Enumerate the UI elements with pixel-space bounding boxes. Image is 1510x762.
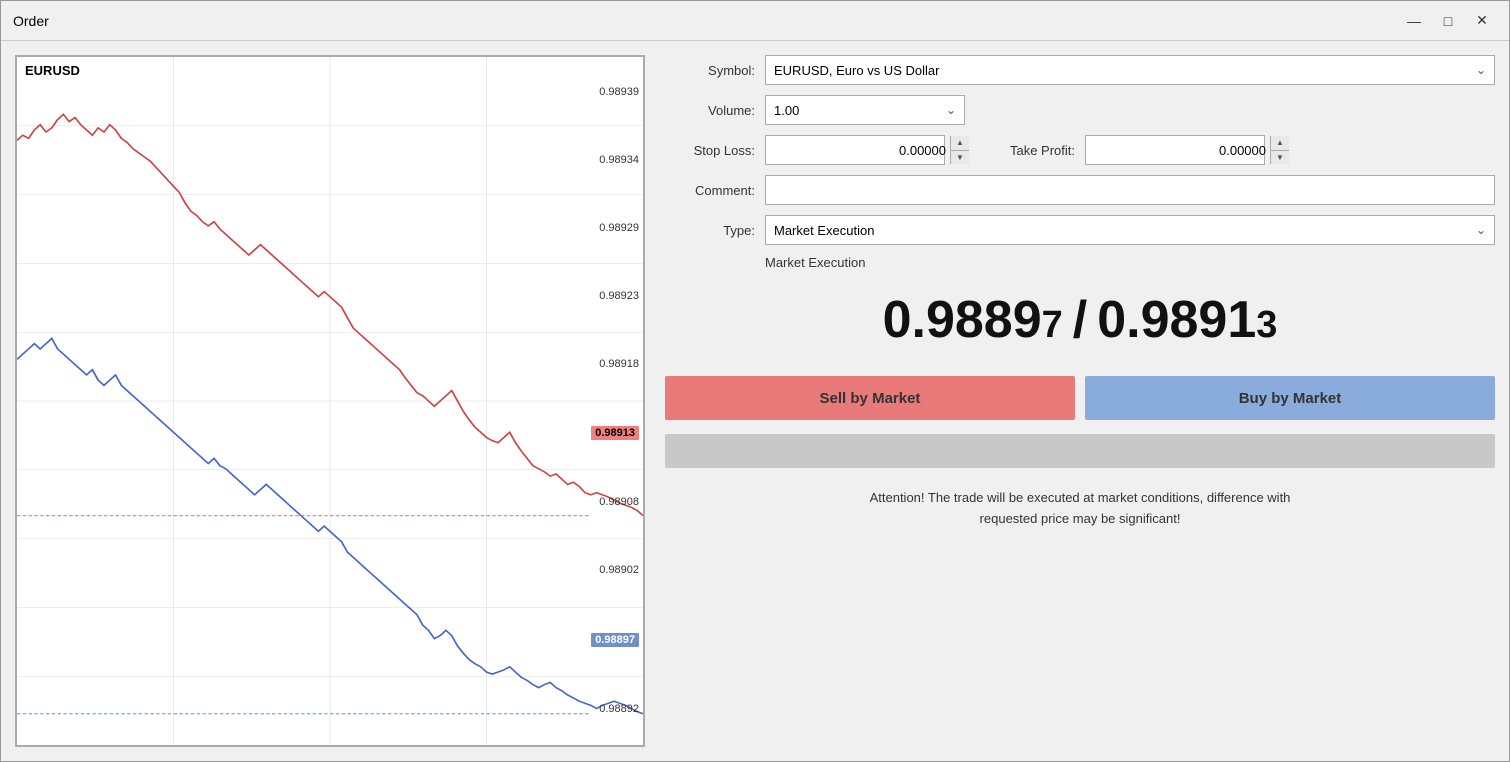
attention-line2: requested price may be significant! — [665, 509, 1495, 530]
take-profit-spin: ▲ ▼ — [1270, 136, 1289, 164]
chart-inner: EURUSD — [17, 57, 643, 745]
titlebar-controls: — □ ✕ — [1399, 9, 1497, 33]
price-display: 0.98897 / 0.98913 — [665, 290, 1495, 350]
minimize-button[interactable]: — — [1399, 9, 1429, 33]
execution-row: Market Execution — [665, 255, 1495, 270]
chart-symbol: EURUSD — [25, 63, 80, 78]
stop-loss-field[interactable]: 0.00000 — [766, 143, 950, 158]
attention-text: Attention! The trade will be executed at… — [665, 488, 1495, 530]
titlebar: Order — □ ✕ — [1, 1, 1509, 41]
symbol-dropdown[interactable]: EURUSD, Euro vs US Dollar ⌄ — [765, 55, 1495, 85]
symbol-value: EURUSD, Euro vs US Dollar — [774, 63, 939, 78]
take-profit-down[interactable]: ▼ — [1271, 151, 1289, 165]
take-profit-label: Take Profit: — [955, 143, 1075, 158]
execution-label: Market Execution — [765, 255, 865, 270]
comment-label: Comment: — [665, 183, 755, 198]
action-buttons: Sell by Market Buy by Market — [665, 376, 1495, 420]
gray-button[interactable] — [665, 434, 1495, 468]
volume-dropdown[interactable]: 1.00 ⌄ — [765, 95, 965, 125]
comment-field[interactable] — [765, 175, 1495, 205]
take-profit-field[interactable]: 0.00000 — [1086, 143, 1270, 158]
take-profit-up[interactable]: ▲ — [1271, 136, 1289, 151]
price-separator: / — [1073, 290, 1087, 350]
stop-loss-input[interactable]: 0.00000 ▲ ▼ — [765, 135, 945, 165]
comment-row: Comment: — [665, 175, 1495, 205]
symbol-row: Symbol: EURUSD, Euro vs US Dollar ⌄ — [665, 55, 1495, 85]
main-content: EURUSD — [1, 41, 1509, 761]
chart-panel: EURUSD — [15, 55, 645, 747]
type-dropdown-arrow: ⌄ — [1476, 223, 1486, 237]
sell-price-sub: 7 — [1042, 304, 1063, 347]
order-panel: Symbol: EURUSD, Euro vs US Dollar ⌄ Volu… — [665, 55, 1495, 747]
chart-svg — [17, 57, 643, 745]
volume-row: Volume: 1.00 ⌄ — [665, 95, 1495, 125]
sell-price-main: 0.9889 — [883, 290, 1042, 350]
order-window: Order — □ ✕ EURUSD — [0, 0, 1510, 762]
sell-button[interactable]: Sell by Market — [665, 376, 1075, 420]
type-row: Type: Market Execution ⌄ — [665, 215, 1495, 245]
volume-dropdown-arrow: ⌄ — [946, 103, 956, 117]
type-label: Type: — [665, 223, 755, 238]
sl-tp-row: Stop Loss: 0.00000 ▲ ▼ Take Profit: 0.00… — [665, 135, 1495, 165]
type-value: Market Execution — [774, 223, 874, 238]
close-button[interactable]: ✕ — [1467, 9, 1497, 33]
symbol-label: Symbol: — [665, 63, 755, 78]
stop-loss-label: Stop Loss: — [665, 143, 755, 158]
maximize-button[interactable]: □ — [1433, 9, 1463, 33]
buy-price-main: 0.9891 — [1097, 290, 1256, 350]
volume-label: Volume: — [665, 103, 755, 118]
symbol-dropdown-arrow: ⌄ — [1476, 63, 1486, 77]
buy-button[interactable]: Buy by Market — [1085, 376, 1495, 420]
take-profit-input[interactable]: 0.00000 ▲ ▼ — [1085, 135, 1265, 165]
window-title: Order — [13, 13, 1399, 29]
volume-value: 1.00 — [774, 103, 799, 118]
type-dropdown[interactable]: Market Execution ⌄ — [765, 215, 1495, 245]
buy-price-sub: 3 — [1256, 304, 1277, 347]
attention-line1: Attention! The trade will be executed at… — [665, 488, 1495, 509]
